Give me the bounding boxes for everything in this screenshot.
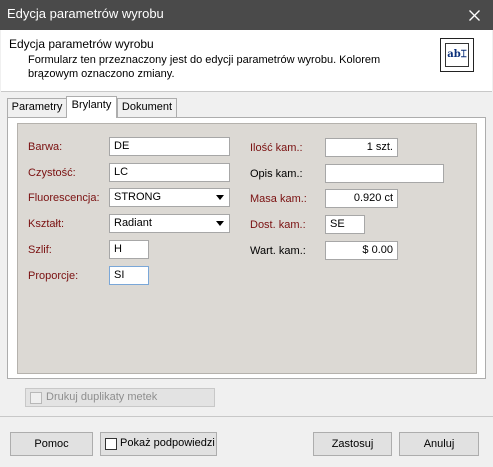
window-title: Edycja parametrów wyrobu [7,6,164,21]
apply-button[interactable]: Zastosuj [313,432,392,456]
label-fluorescencja: Fluorescencja: [28,192,100,204]
title-bar: Edycja parametrów wyrobu [0,0,493,30]
label-dost-kam: Dost. kam.: [250,219,306,231]
ksztalt-value: Radiant [114,217,152,229]
edit-field-icon-glyph: ab⌶ [445,43,469,67]
label-proporcje: Proporcje: [28,270,79,282]
label-barwa: Barwa: [28,141,63,153]
proporcje-field[interactable]: SI [109,266,149,285]
czystosc-field[interactable]: LC [109,163,230,182]
ilosc-kam-field[interactable]: 1 szt. [325,138,398,157]
footer-divider [0,416,493,417]
header-description: Formularz ten przeznaczony jest do edycj… [28,54,381,80]
fluorescencja-select[interactable]: STRONG [109,188,230,207]
wart-kam-field[interactable]: $ 0.00 [325,241,398,260]
fluorescencja-value: STRONG [114,191,162,203]
header-title: Edycja parametrów wyrobu [9,37,154,51]
dialog-header: Edycja parametrów wyrobu Formularz ten p… [1,30,492,92]
cancel-button[interactable]: Anuluj [399,432,479,456]
label-szlif: Szlif: [28,244,52,256]
checkbox-box [30,392,42,404]
label-masa-kam: Masa kam.: [250,193,307,205]
close-icon [468,9,480,21]
chevron-down-icon [216,195,224,200]
chevron-down-icon [216,221,224,226]
opis-kam-field[interactable] [325,164,444,183]
dost-kam-field[interactable]: SE [325,215,365,234]
edit-field-icon: ab⌶ [440,38,474,72]
diamond-params-area: Barwa: DE Czystość: LC Fluorescencja: ST… [17,123,477,374]
help-button[interactable]: Pomoc [10,432,93,456]
checkbox-box [105,438,117,450]
label-ksztalt: Kształt: [28,218,65,230]
ksztalt-select[interactable]: Radiant [109,214,230,233]
masa-kam-field[interactable]: 0.920 ct [325,189,398,208]
szlif-field[interactable]: H [109,240,149,259]
print-duplicates-label: Drukuj duplikaty metek [46,391,158,403]
close-button[interactable] [455,0,493,30]
tab-parametry[interactable]: Parametry [7,98,67,117]
show-hints-checkbox[interactable]: Pokaż podpowiedzi [100,432,217,456]
show-hints-label: Pokaż podpowiedzi [120,437,215,449]
print-duplicates-checkbox[interactable]: Drukuj duplikaty metek [25,388,215,407]
label-ilosc-kam: Ilość kam.: [250,142,303,154]
tab-brylanty[interactable]: Brylanty [66,96,117,118]
label-opis-kam: Opis kam.: [250,168,303,180]
tab-dokument[interactable]: Dokument [117,98,177,117]
tab-panel-brylanty: Barwa: DE Czystość: LC Fluorescencja: ST… [7,117,486,379]
barwa-field[interactable]: DE [109,137,230,156]
label-wart-kam: Wart. kam.: [250,245,306,257]
label-czystosc: Czystość: [28,167,76,179]
